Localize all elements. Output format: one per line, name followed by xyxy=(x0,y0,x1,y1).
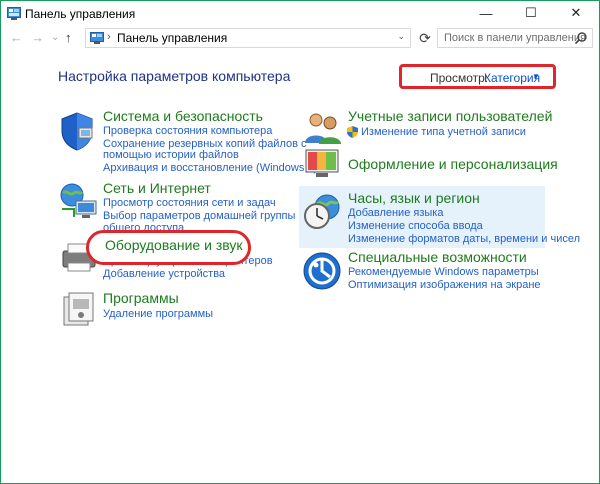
forward-button[interactable]: → xyxy=(31,30,44,45)
forward-arrow-icon: → xyxy=(31,30,44,45)
link-backup-files-cont[interactable]: помощью истории файлов xyxy=(103,149,239,161)
category-title-clock[interactable]: Часы, язык и регион xyxy=(348,190,480,206)
link-check-status[interactable]: Проверка состояния компьютера xyxy=(103,125,272,137)
link-network-status[interactable]: Просмотр состояния сети и задач xyxy=(103,197,276,209)
breadcrumb[interactable]: Панель управления xyxy=(117,31,227,45)
up-button[interactable]: ↑ xyxy=(65,30,72,45)
clock-globe-icon xyxy=(304,194,340,229)
recent-locations-button[interactable]: ⌄ xyxy=(51,32,59,43)
up-arrow-icon: ↑ xyxy=(65,30,72,45)
dropdown-caret-icon[interactable]: ▼ xyxy=(532,72,540,81)
search-placeholder: Поиск в панели управления xyxy=(444,32,586,44)
accessibility-icon xyxy=(303,252,341,290)
category-title-programs[interactable]: Программы xyxy=(103,290,179,306)
page-title: Настройка параметров компьютера xyxy=(58,68,291,84)
category-title-access[interactable]: Специальные возможности xyxy=(348,249,527,265)
maximize-button[interactable]: ☐ xyxy=(509,1,553,25)
view-label: Просмотр: xyxy=(430,71,489,85)
refresh-icon: ⟳ xyxy=(419,30,431,46)
window-title: Панель управления xyxy=(25,7,136,21)
address-bar-row: ← → ⌄ ↑ › Панель управления ⌄ ⟳ Поиск в … xyxy=(1,27,599,51)
link-uninstall-program[interactable]: Удаление программы xyxy=(103,308,213,320)
address-field[interactable]: › Панель управления ⌄ xyxy=(85,28,411,48)
category-title-hardware[interactable]: Оборудование и звук xyxy=(105,237,243,253)
link-add-language[interactable]: Добавление языка xyxy=(348,207,443,219)
search-icon xyxy=(574,32,587,45)
chevron-down-icon: ⌄ xyxy=(51,32,60,43)
category-title-security[interactable]: Система и безопасность xyxy=(103,108,263,124)
search-input[interactable]: Поиск в панели управления xyxy=(437,28,593,48)
close-icon: ✕ xyxy=(570,5,582,20)
address-dropdown-icon[interactable]: ⌄ xyxy=(397,31,405,42)
link-optimize-display[interactable]: Оптимизация изображения на экране xyxy=(348,279,541,291)
category-title-appearance[interactable]: Оформление и персонализация xyxy=(348,156,558,172)
programs-icon xyxy=(63,292,94,326)
breadcrumb-separator: › xyxy=(107,31,111,43)
link-change-input[interactable]: Изменение способа ввода xyxy=(348,220,483,232)
minimize-button[interactable]: — xyxy=(464,1,508,25)
link-add-device[interactable]: Добавление устройства xyxy=(103,268,225,280)
uac-shield-icon xyxy=(347,126,358,138)
back-button[interactable]: ← xyxy=(10,30,23,45)
refresh-button[interactable]: ⟳ xyxy=(415,30,435,48)
category-title-accounts[interactable]: Учетные записи пользователей xyxy=(348,108,552,124)
view-selector-highlight: Просмотр: Категория ▼ xyxy=(399,64,556,89)
users-icon xyxy=(305,113,341,144)
close-button[interactable]: ✕ xyxy=(554,1,598,25)
appearance-icon xyxy=(305,149,339,177)
back-arrow-icon: ← xyxy=(10,30,23,45)
title-bar: Панель управления — ☐ ✕ xyxy=(1,1,599,27)
maximize-icon: ☐ xyxy=(525,5,537,20)
link-change-formats[interactable]: Изменение форматов даты, времени и чисел xyxy=(348,233,580,245)
category-title-network[interactable]: Сеть и Интернет xyxy=(103,180,211,196)
link-recommended-settings[interactable]: Рекомендуемые Windows параметры xyxy=(348,266,539,278)
shield-icon xyxy=(61,112,93,151)
link-archive-restore[interactable]: Архивация и восстановление (Windows 7) xyxy=(103,162,317,174)
globe-network-icon xyxy=(60,183,97,218)
control-panel-window: Панель управления — ☐ ✕ ← → ⌄ ↑ › Панель… xyxy=(0,0,600,484)
control-panel-icon xyxy=(90,32,104,44)
link-homegroup[interactable]: Выбор параметров домашней группы и xyxy=(103,210,305,222)
control-panel-icon xyxy=(7,7,21,20)
link-change-account-type[interactable]: Изменение типа учетной записи xyxy=(361,126,526,138)
minimize-icon: — xyxy=(479,5,493,21)
